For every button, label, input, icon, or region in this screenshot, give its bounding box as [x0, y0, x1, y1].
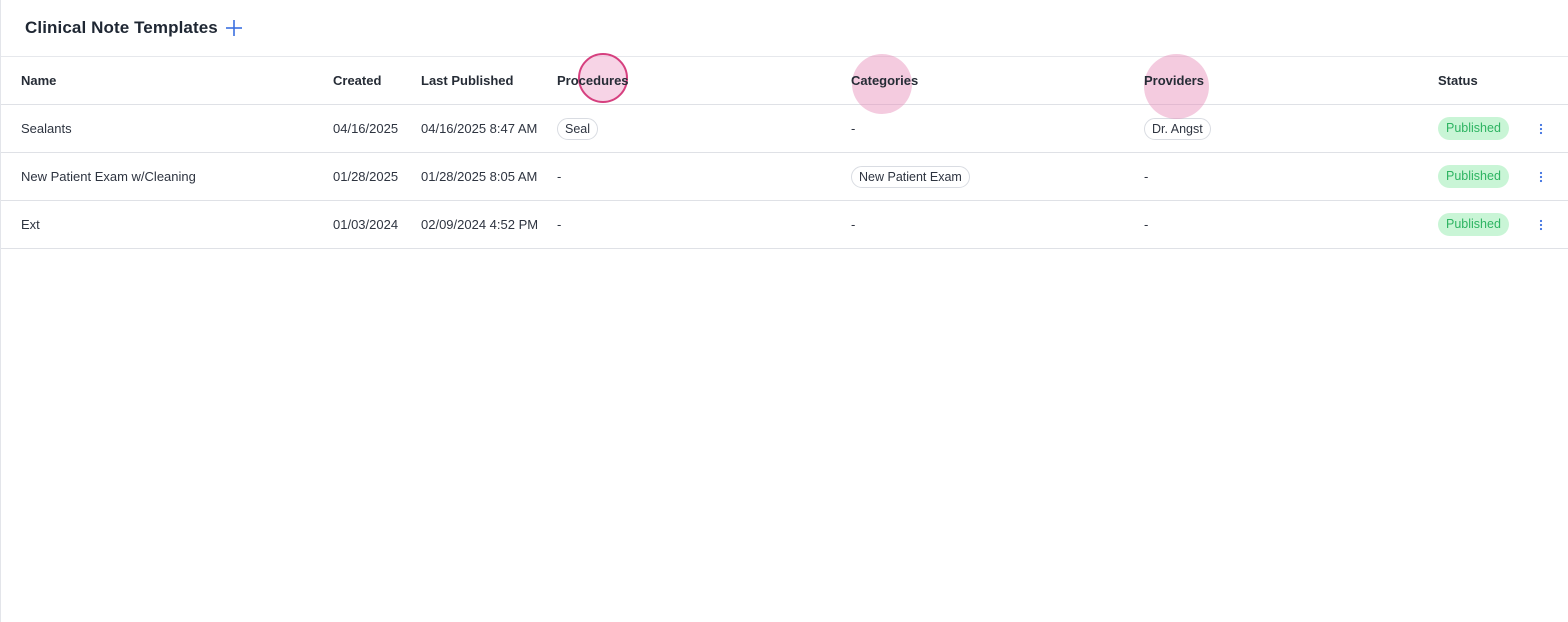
table-row[interactable]: Sealants 04/16/2025 04/16/2025 8:47 AM S… — [1, 105, 1568, 153]
providers-cell: - — [1144, 217, 1149, 232]
column-header-categories[interactable]: Categories — [851, 57, 918, 104]
categories-cell: New Patient Exam — [851, 153, 970, 200]
row-menu-button[interactable] — [1533, 105, 1549, 152]
last-published-date: 01/28/2025 8:05 AM — [421, 169, 538, 184]
table-row[interactable]: New Patient Exam w/Cleaning 01/28/2025 0… — [1, 153, 1568, 201]
last-published-date: 02/09/2024 4:52 PM — [421, 217, 539, 232]
column-header-last-published[interactable]: Last Published — [421, 57, 513, 104]
templates-table: Name Created Last Published Procedures C… — [1, 56, 1568, 249]
kebab-menu-icon — [1539, 171, 1543, 182]
status-badge: Published — [1438, 165, 1509, 188]
status-cell: Published — [1438, 105, 1509, 152]
column-header-name[interactable]: Name — [21, 57, 56, 104]
providers-cell: Dr. Angst — [1144, 105, 1211, 152]
providers-cell: - — [1144, 169, 1149, 184]
procedure-chip: Seal — [557, 117, 599, 140]
page-title: Clinical Note Templates — [25, 18, 218, 37]
status-badge: Published — [1438, 117, 1509, 140]
column-header-providers[interactable]: Providers — [1144, 57, 1204, 104]
categories-cell: - — [851, 217, 856, 232]
created-date: 01/03/2024 — [333, 217, 399, 232]
column-header-created[interactable]: Created — [333, 57, 381, 104]
template-name[interactable]: Sealants — [21, 105, 72, 152]
provider-chip: Dr. Angst — [1144, 117, 1211, 140]
column-header-procedures[interactable]: Procedures — [557, 57, 629, 104]
template-name[interactable]: New Patient Exam w/Cleaning — [21, 153, 196, 200]
status-cell: Published — [1438, 153, 1509, 200]
clinical-note-templates-page: Clinical Note Templates Name Created Las… — [0, 0, 1568, 622]
row-menu-button[interactable] — [1533, 153, 1549, 200]
categories-cell: - — [851, 121, 856, 136]
page-header: Clinical Note Templates — [25, 16, 244, 40]
category-chip: New Patient Exam — [851, 165, 970, 188]
procedures-cell: - — [557, 169, 562, 184]
add-template-button[interactable] — [224, 18, 244, 38]
table-header-row: Name Created Last Published Procedures C… — [1, 56, 1568, 105]
column-header-status[interactable]: Status — [1438, 57, 1478, 104]
created-date: 01/28/2025 — [333, 169, 399, 184]
status-badge: Published — [1438, 213, 1509, 236]
procedures-cell: - — [557, 217, 562, 232]
created-date: 04/16/2025 — [333, 121, 399, 136]
row-menu-button[interactable] — [1533, 201, 1549, 248]
plus-icon — [225, 20, 242, 36]
kebab-menu-icon — [1539, 123, 1543, 134]
template-name[interactable]: Ext — [21, 201, 40, 248]
procedures-cell: Seal — [557, 105, 599, 152]
table-row[interactable]: Ext 01/03/2024 02/09/2024 4:52 PM - - - … — [1, 201, 1568, 249]
kebab-menu-icon — [1539, 219, 1543, 230]
last-published-date: 04/16/2025 8:47 AM — [421, 121, 538, 136]
status-cell: Published — [1438, 201, 1509, 248]
